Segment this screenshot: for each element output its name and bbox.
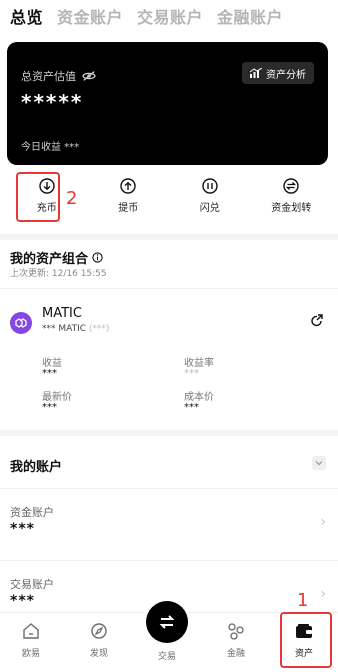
coin-holding-amount: *** MATIC (42, 324, 87, 334)
deposit-step-number: 2 (66, 188, 78, 209)
coin-holding: *** MATIC (***) (42, 324, 109, 334)
asset-item-matic[interactable]: MATIC *** MATIC (***) 收益 *** 收益率 *** 最新价… (0, 302, 338, 413)
withdraw-label: 提币 (118, 203, 139, 214)
cost-price-value: *** (184, 402, 199, 413)
deposit-highlight-box (16, 172, 60, 222)
chart-icon (250, 68, 262, 78)
account-name: 资金账户 (10, 506, 54, 519)
tab-trading-account[interactable]: 交易账户 (137, 4, 203, 28)
withdraw-icon (120, 178, 136, 194)
rate-label: 收益率 (184, 358, 214, 369)
info-icon[interactable] (92, 252, 103, 263)
nav-trade-label: 交易 (157, 652, 176, 662)
nav-discover[interactable]: 发现 (74, 621, 124, 659)
collapse-button[interactable] (312, 456, 326, 470)
chevron-down-icon (315, 461, 323, 466)
portfolio-title-row: 我的资产组合 (10, 248, 103, 267)
tab-overview[interactable]: 总览 (10, 4, 43, 28)
swap-button[interactable]: 闪兑 (180, 178, 240, 226)
total-asset-label-row: 总资产估值 (21, 68, 96, 84)
assets-highlight-box (280, 612, 332, 668)
account-value: *** (10, 593, 35, 609)
swap-label: 闪兑 (199, 203, 220, 214)
divider (0, 288, 338, 289)
tab-funding-account[interactable]: 资金账户 (57, 4, 123, 28)
coin-name: MATIC (42, 306, 82, 321)
eye-off-icon[interactable] (82, 69, 96, 83)
total-asset-value: ***** (21, 90, 84, 114)
home-icon (23, 623, 39, 639)
portfolio-title: 我的资产组合 (10, 252, 89, 267)
nav-trade-button[interactable] (146, 601, 188, 643)
today-income: 今日收益 *** (21, 142, 80, 153)
cost-price-label: 成本价 (184, 392, 214, 403)
section-separator (0, 430, 338, 436)
divider (0, 488, 338, 489)
transfer-button[interactable]: 资金划转 (261, 178, 321, 226)
income-value: *** (42, 368, 57, 379)
nav-home[interactable]: 欧易 (6, 621, 56, 659)
latest-price-label: 最新价 (42, 392, 72, 403)
nav-discover-label: 发现 (89, 649, 108, 659)
chevron-right-icon: › (320, 586, 326, 602)
nav-finance-label: 金融 (226, 649, 245, 659)
last-updated: 上次更新: 12/16 15:55 (10, 269, 107, 279)
latest-price-value: *** (42, 402, 57, 413)
transfer-icon (283, 178, 299, 194)
assets-step-number: 1 (297, 590, 309, 611)
finance-icon (228, 623, 244, 640)
chevron-right-icon: › (320, 514, 326, 530)
income-label: 收益 (42, 358, 62, 369)
swap-icon (202, 178, 218, 194)
withdraw-button[interactable]: 提币 (98, 178, 158, 226)
divider (0, 560, 338, 561)
transfer-label: 资金划转 (271, 203, 312, 214)
coin-holding-value: (***) (88, 324, 110, 334)
account-row-funding[interactable]: 资金账户 *** › (0, 504, 338, 564)
rate-value: *** (184, 368, 199, 379)
total-asset-label: 总资产估值 (21, 70, 76, 83)
account-name: 交易账户 (10, 578, 54, 591)
share-icon[interactable] (310, 314, 324, 328)
top-tabs: 总览 资金账户 交易账户 金融账户 (10, 4, 283, 28)
account-value: *** (10, 521, 35, 537)
my-accounts-title: 我的账户 (10, 460, 63, 475)
total-asset-card: 总资产估值 资产分析 ***** 今日收益 *** (7, 42, 328, 165)
discover-icon (91, 623, 107, 639)
tab-finance-account[interactable]: 金融账户 (217, 4, 283, 28)
section-separator (0, 234, 338, 240)
trade-icon (159, 615, 175, 629)
matic-logo-icon (10, 312, 32, 334)
nav-home-label: 欧易 (21, 649, 40, 659)
asset-analysis-label: 资产分析 (266, 69, 306, 81)
asset-analysis-button[interactable]: 资产分析 (242, 62, 314, 84)
nav-finance[interactable]: 金融 (211, 621, 261, 659)
